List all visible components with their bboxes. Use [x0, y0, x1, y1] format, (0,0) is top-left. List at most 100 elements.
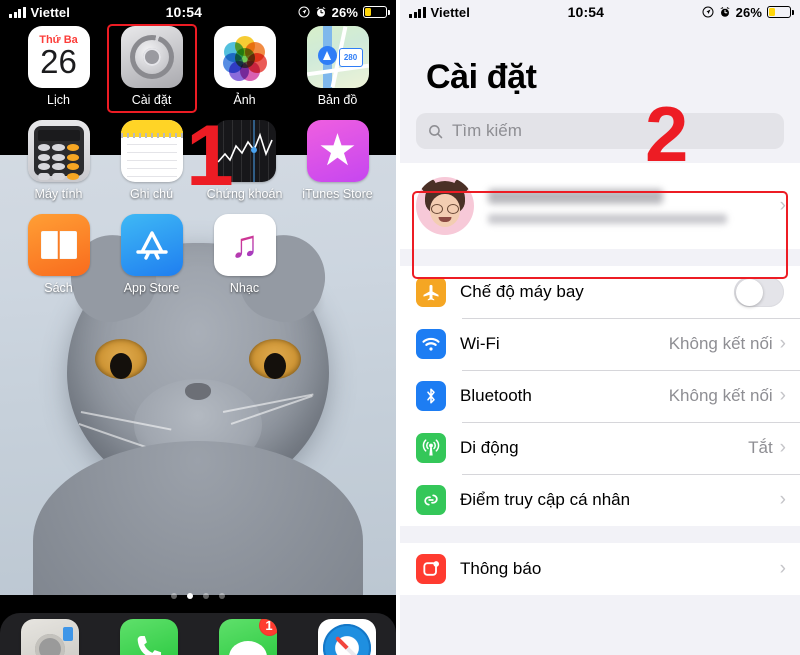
annotation-step-1: 1	[186, 108, 234, 204]
app-label: iTunes Store	[302, 187, 373, 201]
app-label: Sách	[44, 281, 73, 295]
row-label: Chế độ máy bay	[460, 282, 584, 301]
battery-icon	[767, 6, 794, 18]
chevron-right-icon: ›	[779, 558, 786, 579]
page-dot-active[interactable]	[187, 593, 193, 599]
carrier-label: Viettel	[30, 4, 70, 20]
settings-group-notifications: Thông báo ›	[400, 543, 800, 595]
settings-row-cellular[interactable]: Di động Tắt ›	[400, 422, 800, 474]
iphone-home-screen: Viettel 10:54 26% Thứ Ba 26 Lịch Cài đặt…	[0, 0, 396, 655]
app-label: Máy tính	[34, 187, 83, 201]
app-icon-calendar[interactable]: Thứ Ba 26 Lịch	[12, 26, 105, 107]
cellular-icon	[416, 433, 446, 463]
settings-row-bluetooth[interactable]: Bluetooth Không kết nối ›	[400, 370, 800, 422]
location-icon	[702, 6, 714, 18]
app-icon-settings[interactable]: Cài đặt	[105, 26, 198, 107]
books-icon	[27, 214, 90, 276]
airplane-mode-toggle[interactable]	[734, 277, 784, 307]
app-label: Ghi chú	[129, 187, 174, 201]
alarm-icon	[719, 7, 730, 17]
app-store-icon	[120, 214, 183, 276]
dock: 1	[0, 613, 396, 655]
messages-badge: 1	[258, 619, 277, 636]
row-value: Không kết nối	[668, 334, 773, 353]
apple-id-subtitle-redacted	[488, 213, 728, 224]
maps-icon: 280	[306, 26, 369, 88]
apple-id-row[interactable]: ›	[400, 163, 800, 249]
search-input[interactable]: Tìm kiếm	[416, 113, 784, 149]
app-icon-notes[interactable]: Ghi chú	[105, 120, 198, 201]
settings-row-airplane-mode[interactable]: Chế độ máy bay	[400, 266, 800, 318]
notes-icon	[120, 120, 183, 182]
settings-row-wifi[interactable]: Wi-Fi Không kết nối ›	[400, 318, 800, 370]
notifications-icon	[416, 554, 446, 584]
calculator-icon	[27, 120, 90, 182]
iphone-settings-screen: Viettel 10:54 26% Cài đặt Tìm kiếm › Chế…	[400, 0, 800, 655]
battery-icon	[363, 6, 390, 18]
maps-route-shield: 280	[338, 48, 363, 67]
wifi-icon	[416, 329, 446, 359]
clock-label: 10:54	[567, 4, 604, 20]
app-icon-photos[interactable]: Ảnh	[198, 26, 291, 107]
safari-icon[interactable]	[317, 619, 376, 655]
itunes-store-icon: ★	[306, 120, 369, 182]
page-dot[interactable]	[203, 593, 209, 599]
app-icon-maps[interactable]: 280 Bản đồ	[291, 26, 384, 107]
row-value: Không kết nối	[668, 386, 773, 405]
status-bar-right: Viettel 10:54 26%	[400, 0, 800, 24]
search-placeholder: Tìm kiếm	[452, 121, 522, 140]
settings-gear-icon	[120, 26, 183, 88]
carrier-label: Viettel	[430, 4, 470, 20]
page-title: Cài đặt	[426, 58, 537, 96]
row-label: Điểm truy cập cá nhân	[460, 490, 631, 509]
phone-icon[interactable]	[119, 619, 178, 655]
messages-icon[interactable]: 1	[218, 619, 277, 655]
airplane-icon	[416, 277, 446, 307]
row-label: Bluetooth	[460, 386, 532, 405]
chevron-right-icon: ›	[779, 385, 786, 406]
app-icon-calculator[interactable]: Máy tính	[12, 120, 105, 201]
app-label: Nhạc	[229, 281, 260, 295]
chevron-right-icon: ›	[779, 333, 786, 354]
page-dots[interactable]	[0, 593, 396, 599]
page-dot[interactable]	[219, 593, 225, 599]
app-label: Ảnh	[233, 93, 256, 107]
bluetooth-icon	[416, 381, 446, 411]
alarm-icon	[315, 7, 326, 17]
app-icon-books[interactable]: Sách	[12, 214, 105, 295]
memoji-avatar	[416, 177, 474, 235]
battery-percent-label: 26%	[331, 4, 358, 20]
status-bar-left: Viettel 10:54 26%	[0, 0, 396, 24]
chevron-right-icon: ›	[779, 195, 786, 216]
annotation-step-2: 2	[645, 90, 689, 178]
app-icon-music[interactable]: ♫ Nhạc	[198, 214, 291, 295]
app-icon-itunes-store[interactable]: ★ iTunes Store	[291, 120, 384, 201]
music-icon: ♫	[213, 214, 276, 276]
row-label: Di động	[460, 438, 519, 457]
signal-bars-icon	[9, 6, 26, 18]
search-icon	[429, 124, 443, 138]
row-label: Thông báo	[460, 559, 542, 578]
screenshot-root: Viettel 10:54 26% Thứ Ba 26 Lịch Cài đặt…	[0, 0, 800, 655]
app-label: Lịch	[47, 93, 70, 107]
page-dot[interactable]	[171, 593, 177, 599]
camera-icon[interactable]	[20, 619, 79, 655]
app-label: Bản đồ	[317, 93, 358, 107]
clock-label: 10:54	[165, 4, 202, 20]
calendar-icon: Thứ Ba 26	[27, 26, 90, 88]
settings-row-notifications[interactable]: Thông báo ›	[400, 543, 800, 595]
app-label: App Store	[123, 281, 180, 295]
location-icon	[298, 6, 310, 18]
chevron-right-icon: ›	[779, 437, 786, 458]
settings-row-personal-hotspot[interactable]: Điểm truy cập cá nhân ›	[400, 474, 800, 526]
apple-id-name-redacted	[488, 188, 663, 204]
app-icon-app-store[interactable]: App Store	[105, 214, 198, 295]
photos-icon	[213, 26, 276, 88]
apple-id-text	[488, 188, 780, 224]
signal-bars-icon	[409, 6, 426, 18]
settings-group-connectivity: Chế độ máy bay Wi-Fi Không kết nối › Blu…	[400, 266, 800, 526]
calendar-day: 26	[40, 43, 77, 81]
battery-percent-label: 26%	[735, 4, 762, 20]
row-label: Wi-Fi	[460, 334, 500, 353]
row-value: Tắt	[748, 438, 773, 457]
